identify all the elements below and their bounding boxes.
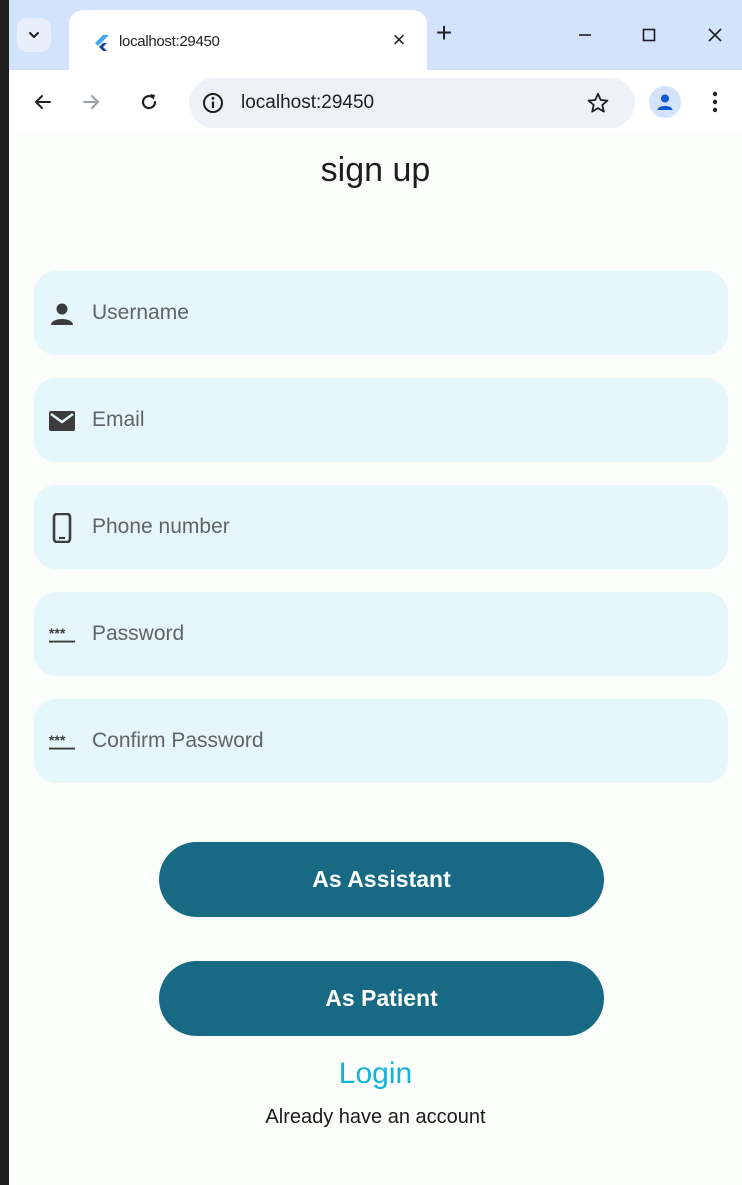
close-icon xyxy=(708,28,722,42)
phone-icon xyxy=(48,513,76,543)
maximize-icon xyxy=(642,28,656,42)
avatar-icon xyxy=(657,94,673,110)
username-field[interactable] xyxy=(34,271,728,355)
person-icon xyxy=(48,300,76,328)
star-icon xyxy=(587,92,609,113)
forward-button[interactable] xyxy=(73,84,109,120)
signup-page: sign up Username Email Phone number *** … xyxy=(9,134,742,1185)
email-field[interactable] xyxy=(34,378,728,462)
password-field[interactable]: *** xyxy=(34,592,728,676)
new-tab-button[interactable]: + xyxy=(427,16,461,50)
tab-close-button[interactable]: × xyxy=(385,26,413,54)
url-text[interactable]: localhost:29450 xyxy=(241,92,374,114)
password-icon: *** xyxy=(48,728,76,756)
confirm-password-input[interactable] xyxy=(92,699,692,783)
password-icon: *** xyxy=(48,621,76,649)
close-icon: × xyxy=(392,27,406,52)
page-title: sign up xyxy=(320,151,431,189)
password-input[interactable] xyxy=(92,592,692,676)
reload-button[interactable] xyxy=(131,84,167,120)
login-subtext: Already have an account xyxy=(265,1106,486,1128)
email-input[interactable] xyxy=(92,378,692,462)
reload-icon xyxy=(141,94,157,110)
tab-title: localhost:29450 xyxy=(119,33,220,50)
arrow-right-icon xyxy=(83,95,99,109)
phone-input[interactable] xyxy=(92,485,692,569)
arrow-left-icon xyxy=(35,95,51,109)
tab-search-button[interactable] xyxy=(17,18,51,52)
browser-tab[interactable]: localhost:29450 × xyxy=(69,10,427,70)
more-vert-icon xyxy=(712,91,718,113)
browser-toolbar: localhost:29450 xyxy=(9,70,742,134)
confirm-password-field[interactable]: *** xyxy=(34,699,728,783)
mail-icon xyxy=(48,407,76,435)
chevron-down-icon xyxy=(29,32,39,38)
back-button[interactable] xyxy=(25,84,61,120)
browser-menu-button[interactable] xyxy=(703,86,727,118)
info-icon[interactable] xyxy=(201,91,225,115)
tab-strip: localhost:29450 × + xyxy=(9,0,742,70)
plus-icon: + xyxy=(435,17,453,48)
flutter-icon xyxy=(95,35,109,51)
svg-text:***: *** xyxy=(49,732,66,748)
as-patient-button[interactable]: As Patient xyxy=(159,961,604,1036)
svg-text:***: *** xyxy=(49,625,66,641)
browser-window: localhost:29450 × + localhost:29450 sign… xyxy=(9,0,742,1185)
as-assistant-button[interactable]: As Assistant xyxy=(159,842,604,917)
bookmark-button[interactable] xyxy=(583,88,613,118)
phone-field[interactable] xyxy=(34,485,728,569)
minimize-button[interactable] xyxy=(565,16,605,54)
close-window-button[interactable] xyxy=(695,16,735,54)
profile-button[interactable] xyxy=(649,86,681,118)
username-input[interactable] xyxy=(92,271,692,355)
address-bar[interactable]: localhost:29450 xyxy=(189,78,635,128)
maximize-button[interactable] xyxy=(629,16,669,54)
login-link-container: Login xyxy=(9,1057,742,1091)
minimize-icon xyxy=(579,34,591,36)
login-link[interactable]: Login xyxy=(339,1057,412,1090)
